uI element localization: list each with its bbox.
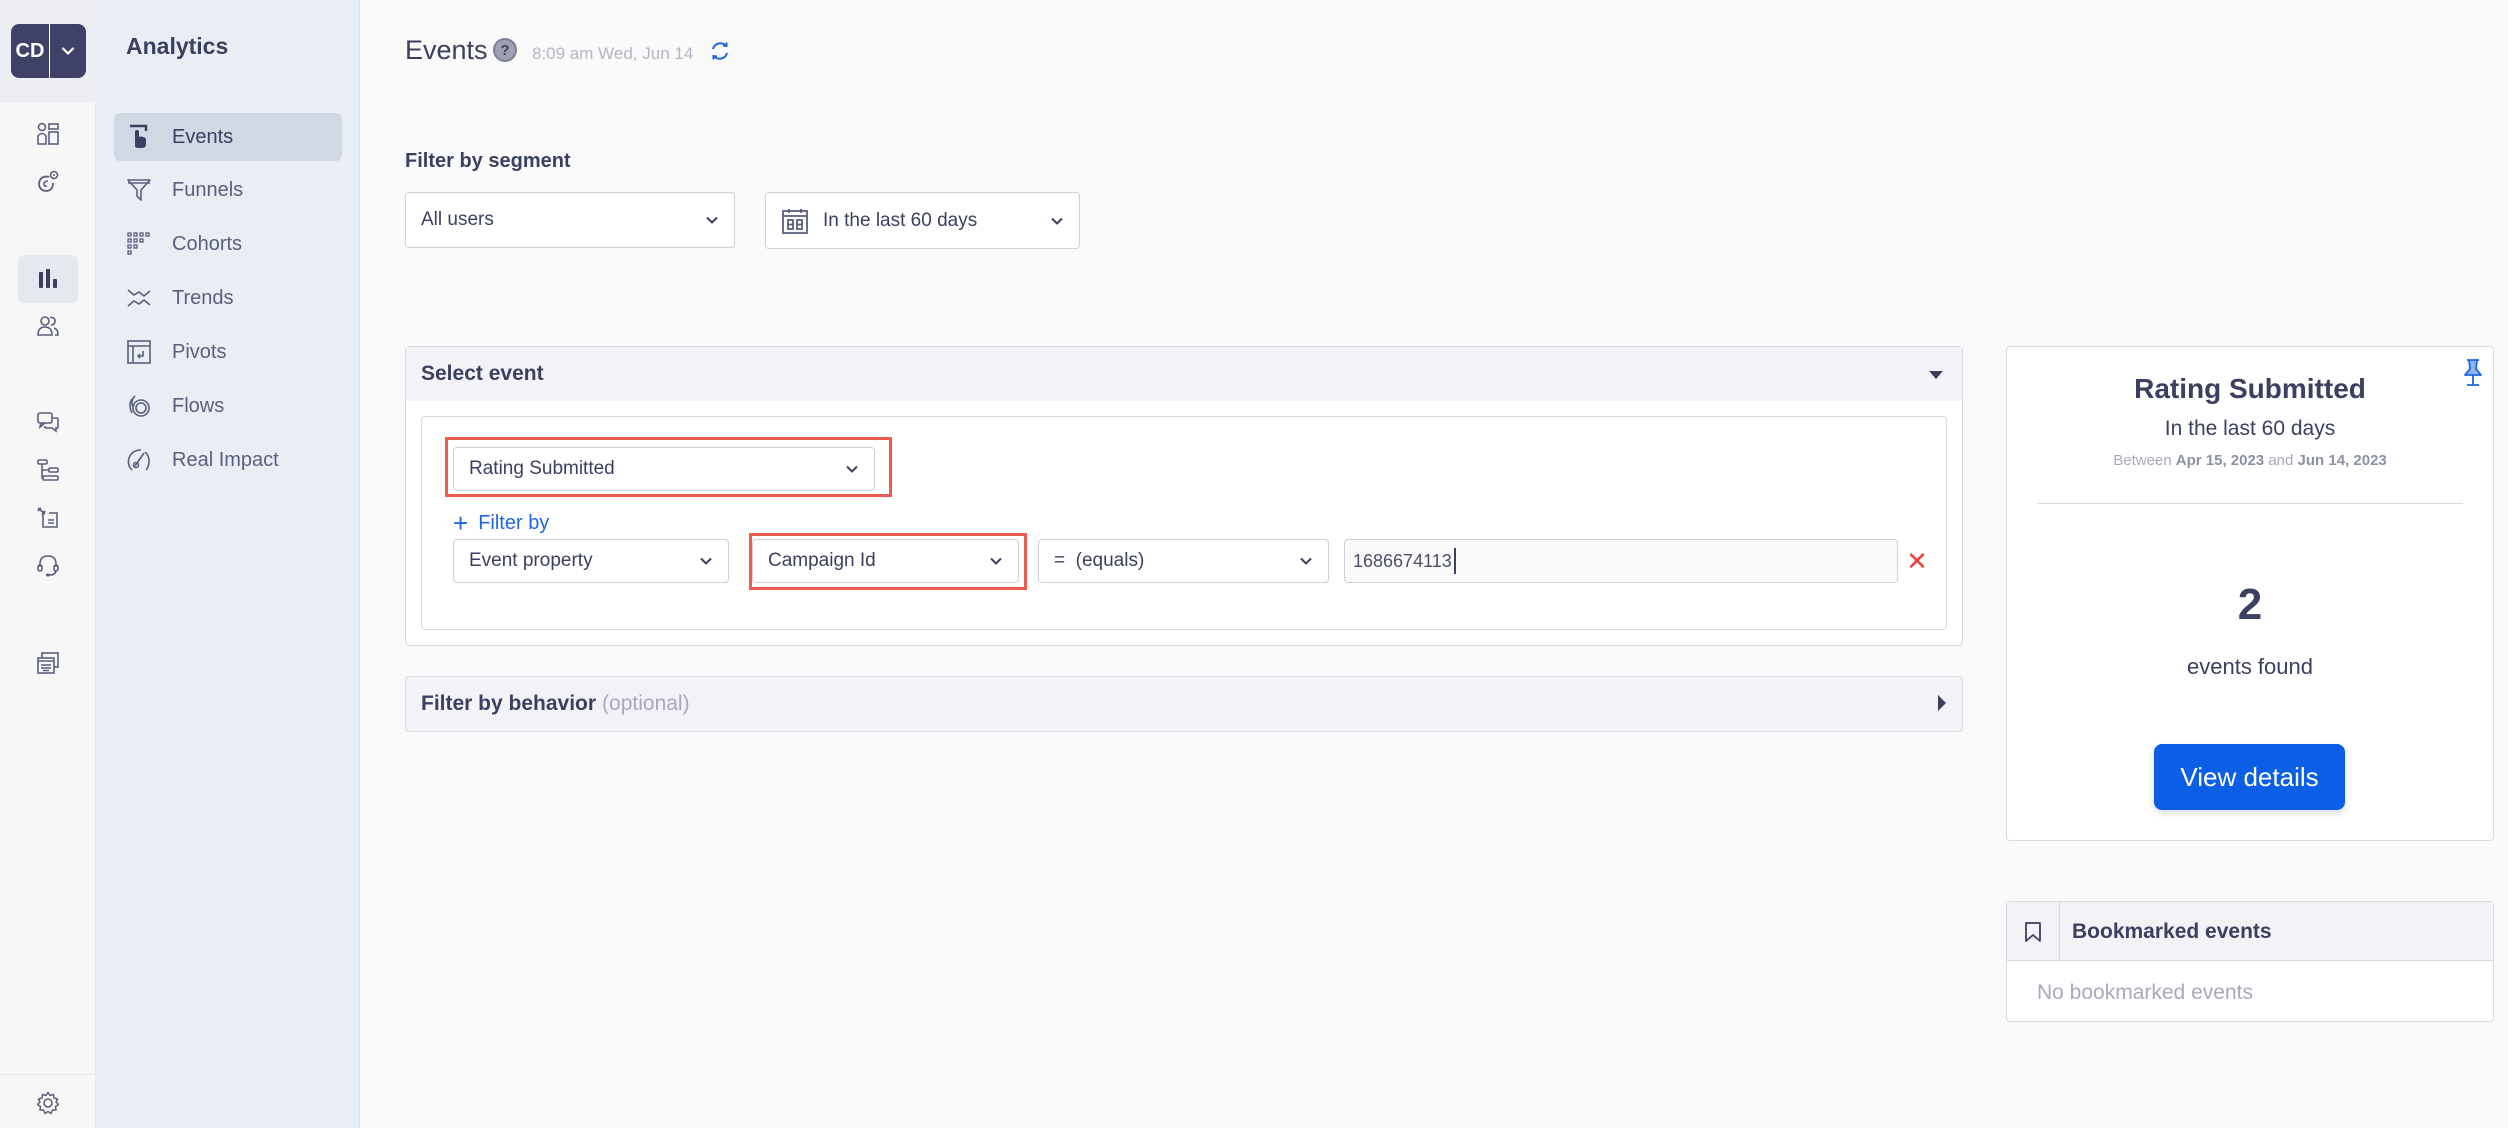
plus-icon: + (453, 508, 469, 538)
funnel-icon (126, 177, 152, 203)
page-title: Events (405, 35, 488, 65)
event-dropdown[interactable]: Rating Submitted (453, 447, 875, 491)
filter-value-input[interactable]: 1686674113 (1344, 539, 1898, 583)
caret-down-icon[interactable] (1928, 369, 1944, 381)
analytics-icon[interactable] (18, 255, 78, 303)
templates-icon[interactable] (28, 643, 68, 683)
subnav-title: Analytics (126, 33, 229, 59)
last-updated-timestamp: 8:09 am Wed, Jun 14 (532, 44, 694, 63)
nav-item-events[interactable]: Events (114, 113, 342, 161)
chevron-down-icon (1051, 217, 1063, 225)
chevron-down-icon (990, 557, 1002, 565)
filter-by-behavior-header[interactable]: Filter by behavior (optional) (405, 676, 1963, 732)
dropdown-value: Event property (469, 550, 593, 571)
event-count: 2 (2237, 580, 2263, 629)
nav-item-label: Events (172, 125, 234, 148)
account-initials: CD (11, 24, 50, 78)
calendar-icon (782, 208, 808, 234)
add-filter-label: Filter by (478, 511, 550, 534)
optional-label: (optional) (602, 692, 690, 715)
input-value: 1686674113 (1353, 550, 1452, 571)
settings-icon[interactable] (28, 1083, 68, 1123)
chevron-down-icon (846, 465, 858, 473)
user-segment-dropdown[interactable]: All users (405, 192, 735, 248)
rail-divider (0, 1074, 96, 1075)
tap-icon (126, 124, 152, 150)
nav-item-label: Pivots (172, 340, 227, 363)
trends-icon (126, 285, 152, 311)
behavior-title: Filter by behavior (421, 692, 597, 715)
journeys-icon[interactable] (28, 450, 68, 490)
bookmark-icon (2007, 902, 2060, 961)
dashboard-icon[interactable] (28, 114, 68, 154)
dropdown-value: Campaign Id (768, 550, 876, 571)
view-details-button[interactable]: View details (2154, 744, 2345, 810)
property-dropdown[interactable]: Campaign Id (752, 539, 1019, 583)
help-icon[interactable]: ? (493, 38, 517, 62)
filter-type-dropdown[interactable]: Event property (453, 539, 729, 583)
event-count-label: events found (2187, 654, 2313, 679)
nav-item-cohorts[interactable]: Cohorts (114, 220, 342, 268)
messages-icon[interactable] (28, 402, 68, 442)
bookmarked-events-empty: No bookmarked events (2037, 981, 2253, 1004)
select-event-header[interactable] (406, 347, 1962, 401)
account-switcher[interactable]: CD (11, 24, 86, 78)
chevron-down-icon (706, 216, 718, 224)
nav-item-real-impact[interactable]: Real Impact (114, 436, 342, 484)
select-event-title: Select event (421, 362, 544, 385)
nav-item-label: Funnels (172, 178, 244, 201)
chevron-down-icon (50, 24, 86, 78)
summary-date-range: Between Apr 15, 2023 and Jun 14, 2023 (2006, 452, 2494, 469)
nav-item-label: Real Impact (172, 448, 279, 471)
range-prefix: Between (2113, 452, 2172, 469)
segment-label: Filter by segment (405, 150, 571, 172)
support-icon[interactable] (28, 546, 68, 586)
add-filter-button[interactable]: + Filter by (453, 510, 549, 536)
pivots-icon (126, 339, 152, 365)
refresh-icon[interactable] (709, 40, 731, 62)
summary-period: In the last 60 days (2164, 417, 2336, 440)
real-impact-icon (126, 447, 152, 473)
nav-item-label: Trends (172, 286, 234, 309)
nav-item-trends[interactable]: Trends (114, 274, 342, 322)
engagement-icon[interactable] (28, 162, 68, 202)
bookmarked-events-title: Bookmarked events (2072, 920, 2272, 943)
range-mid: and (2268, 452, 2294, 469)
nav-item-label: Flows (172, 394, 225, 417)
remove-filter-icon[interactable]: ✕ (1905, 546, 1929, 576)
divider (2037, 503, 2463, 504)
date-range-dropdown[interactable]: In the last 60 days (765, 192, 1080, 249)
operator-dropdown[interactable]: = (equals) (1038, 539, 1329, 583)
chevron-down-icon (1300, 557, 1312, 565)
nav-item-flows[interactable]: Flows (114, 382, 342, 430)
cohorts-icon (126, 231, 152, 257)
flows-icon (126, 393, 152, 419)
dropdown-value: Rating Submitted (469, 458, 615, 479)
nav-item-funnels[interactable]: Funnels (114, 166, 342, 214)
dropdown-value: = (equals) (1054, 550, 1145, 571)
chevron-down-icon (700, 557, 712, 565)
text-cursor (1453, 548, 1456, 574)
campaigns-icon[interactable] (28, 498, 68, 538)
nav-item-label: Cohorts (172, 232, 243, 255)
nav-item-pivots[interactable]: Pivots (114, 328, 342, 376)
users-icon[interactable] (28, 306, 68, 346)
caret-right-icon[interactable] (1936, 694, 1948, 712)
range-end: Jun 14, 2023 (2297, 452, 2387, 469)
dropdown-value: All users (421, 209, 494, 230)
summary-event-name: Rating Submitted (2134, 373, 2366, 404)
range-start: Apr 15, 2023 (2175, 452, 2265, 469)
dropdown-value: In the last 60 days (823, 209, 978, 231)
